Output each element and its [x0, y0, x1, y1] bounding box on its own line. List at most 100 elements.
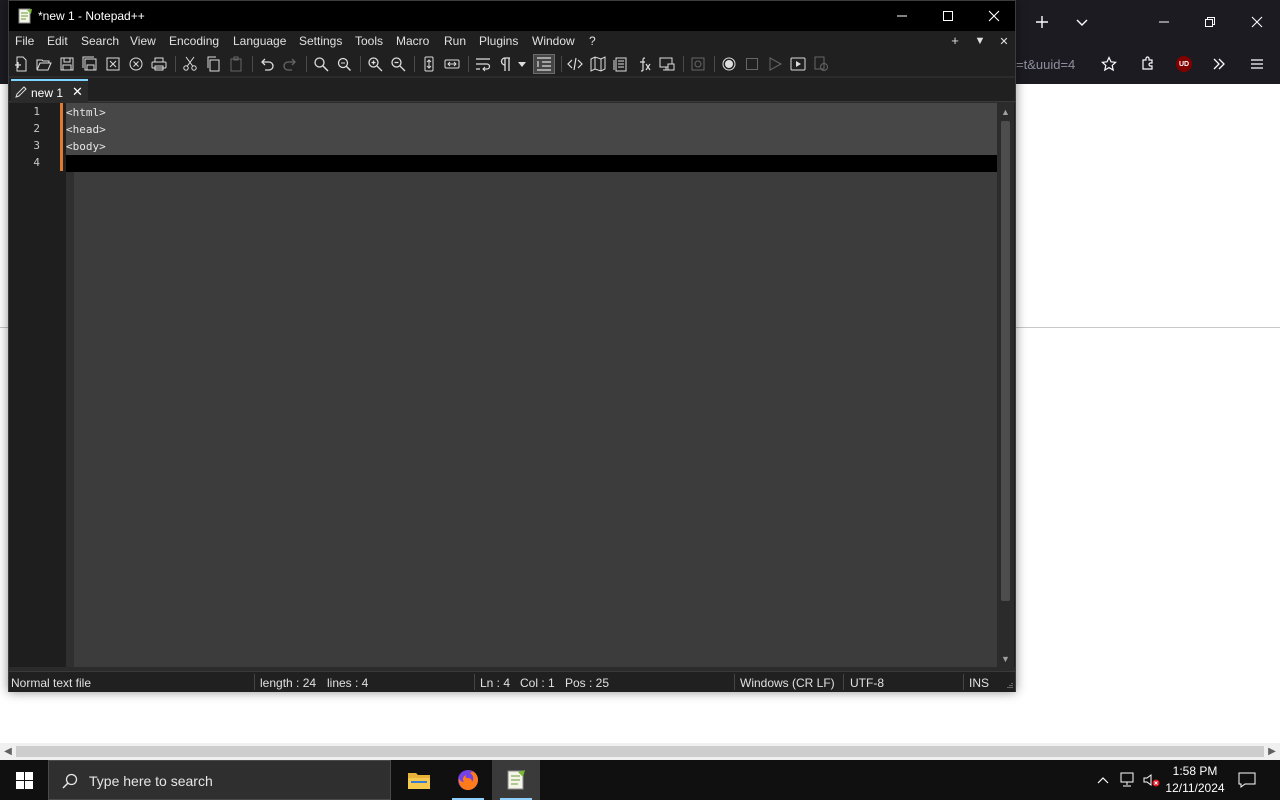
scrollbar-thumb[interactable]	[16, 746, 1264, 757]
menu-encoding[interactable]: Encoding	[169, 34, 219, 48]
document-map-button[interactable]	[588, 54, 608, 74]
editor[interactable]: 1 2 3 4 <html> <head> <body> ▲ ▼	[9, 103, 1015, 667]
status-position[interactable]: Pos : 25	[565, 676, 609, 690]
status-column[interactable]: Col : 1	[520, 676, 555, 690]
zoom-in-button[interactable]	[365, 54, 385, 74]
indent-guide-button[interactable]	[533, 54, 555, 74]
network-button[interactable]	[1116, 760, 1138, 800]
play-macro-button[interactable]	[765, 54, 785, 74]
file-explorer-taskbar-button[interactable]	[395, 760, 443, 800]
folder-workspace-button[interactable]	[657, 54, 677, 74]
tab-list-down-icon[interactable]: ▼	[972, 35, 988, 47]
replace-button[interactable]	[334, 54, 354, 74]
show-chars-dropdown[interactable]	[516, 54, 528, 74]
sync-horizontal-button[interactable]	[442, 54, 462, 74]
cut-button[interactable]	[180, 54, 200, 74]
find-button[interactable]	[311, 54, 331, 74]
menu-tools[interactable]: Tools	[355, 34, 383, 48]
page-horizontal-scrollbar[interactable]: ◀ ▶	[0, 743, 1280, 760]
menu-search[interactable]: Search	[81, 34, 119, 48]
paste-button[interactable]	[226, 54, 246, 74]
menu-window[interactable]: Window	[532, 34, 575, 48]
taskbar-clock[interactable]: 1:58 PM 12/11/2024	[1160, 763, 1230, 797]
taskbar: Type here to search 1:58 PM 12/11/2024	[0, 760, 1280, 800]
menu-edit[interactable]: Edit	[47, 34, 68, 48]
record-macro-button[interactable]	[719, 54, 739, 74]
close-all-icon	[129, 57, 143, 71]
undo-button[interactable]	[257, 54, 277, 74]
scroll-right-icon[interactable]: ▶	[1264, 743, 1280, 760]
overflow-menu-button[interactable]	[1204, 50, 1234, 78]
browser-restore-button[interactable]	[1192, 6, 1228, 38]
sync-vertical-button[interactable]	[419, 54, 439, 74]
stop-macro-button[interactable]	[742, 54, 762, 74]
browser-close-button[interactable]	[1239, 6, 1275, 38]
minimize-button[interactable]	[879, 1, 925, 31]
scrollbar-thumb[interactable]	[1001, 121, 1010, 601]
document-list-button[interactable]	[611, 54, 631, 74]
notepad-taskbar-button[interactable]	[492, 760, 540, 800]
scroll-left-icon[interactable]: ◀	[0, 743, 16, 760]
list-all-tabs-button[interactable]	[1064, 6, 1100, 38]
menu-plugins[interactable]: Plugins	[479, 34, 518, 48]
ublock-button[interactable]: UD	[1169, 50, 1199, 78]
status-eol[interactable]: Windows (CR LF)	[740, 676, 835, 690]
bookmark-star-button[interactable]	[1094, 50, 1124, 78]
menu-macro[interactable]: Macro	[396, 34, 429, 48]
status-insert-mode[interactable]: INS	[969, 676, 989, 690]
scroll-up-icon[interactable]: ▲	[997, 103, 1014, 120]
menu-view[interactable]: View	[130, 34, 156, 48]
current-line[interactable]	[66, 155, 997, 172]
new-tab-plus-icon[interactable]: +	[947, 33, 963, 48]
menu-help[interactable]: ?	[589, 34, 596, 48]
text-area[interactable]: <html> <head> <body>	[66, 103, 997, 667]
print-button[interactable]	[149, 54, 169, 74]
udl-button[interactable]	[565, 54, 585, 74]
new-tab-button[interactable]	[1024, 6, 1060, 38]
start-button[interactable]	[0, 760, 48, 800]
firefox-taskbar-button[interactable]	[444, 760, 492, 800]
code-line[interactable]: <head>	[66, 121, 997, 138]
tab-new-1[interactable]: new 1 ✕	[11, 79, 88, 102]
menu-run[interactable]: Run	[444, 34, 466, 48]
extensions-button[interactable]	[1133, 50, 1163, 78]
monitoring-button[interactable]	[688, 54, 708, 74]
browser-minimize-button[interactable]	[1146, 6, 1182, 38]
function-list-button[interactable]	[634, 54, 654, 74]
copy-button[interactable]	[203, 54, 223, 74]
status-encoding[interactable]: UTF-8	[850, 676, 884, 690]
save-macro-button[interactable]	[811, 54, 831, 74]
code-line[interactable]: <html>	[66, 104, 997, 121]
url-bar-text[interactable]: =t&uuid=4	[1016, 52, 1092, 78]
tab-close-icon[interactable]: ✕	[72, 84, 83, 100]
show-all-chars-button[interactable]	[496, 54, 516, 74]
menu-settings[interactable]: Settings	[299, 34, 342, 48]
vertical-scrollbar[interactable]: ▲ ▼	[997, 103, 1014, 667]
code-line[interactable]: <body>	[66, 138, 997, 155]
app-menu-button[interactable]	[1242, 50, 1272, 78]
open-file-button[interactable]	[34, 54, 54, 74]
save-button[interactable]	[57, 54, 77, 74]
status-line-number[interactable]: Ln : 4	[480, 676, 510, 690]
scroll-down-icon[interactable]: ▼	[997, 650, 1014, 667]
close-doc-icon[interactable]: ✕	[996, 35, 1012, 48]
volume-button[interactable]	[1140, 760, 1162, 800]
resize-grip-icon[interactable]	[1004, 681, 1013, 690]
zoom-out-button[interactable]	[388, 54, 408, 74]
close-file-button[interactable]	[103, 54, 123, 74]
save-all-button[interactable]	[80, 54, 100, 74]
new-file-button[interactable]	[11, 54, 31, 74]
redo-button[interactable]	[280, 54, 300, 74]
menu-language[interactable]: Language	[233, 34, 286, 48]
word-wrap-button[interactable]	[473, 54, 493, 74]
maximize-button[interactable]	[925, 1, 971, 31]
show-hidden-icons-button[interactable]	[1094, 760, 1112, 800]
line-number: 3	[33, 139, 40, 152]
title-bar[interactable]: *new 1 - Notepad++	[9, 1, 1015, 31]
notification-center-button[interactable]	[1234, 760, 1260, 800]
menu-file[interactable]: File	[15, 34, 34, 48]
close-all-button[interactable]	[126, 54, 146, 74]
taskbar-search-box[interactable]: Type here to search	[48, 760, 391, 800]
run-macro-multiple-button[interactable]	[788, 54, 808, 74]
close-button[interactable]	[971, 1, 1017, 31]
